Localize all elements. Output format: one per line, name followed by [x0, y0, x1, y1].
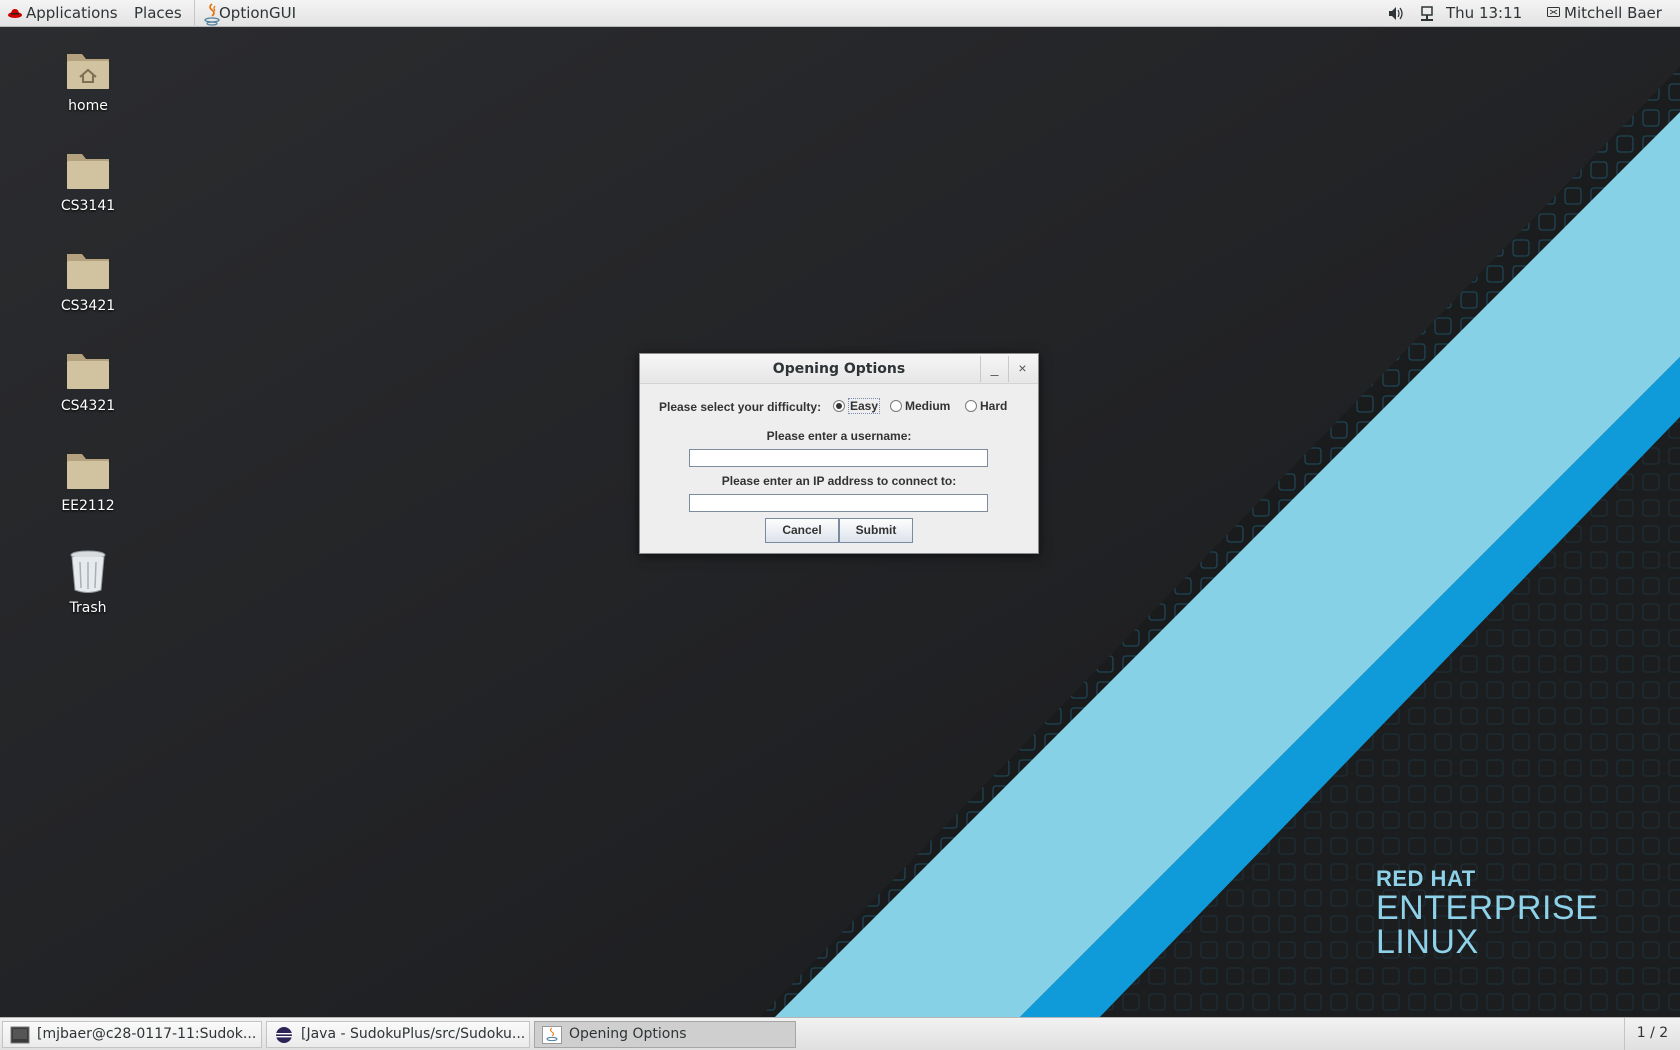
dialog-titlebar[interactable]: Opening Options _ × [640, 354, 1038, 384]
applications-label: Applications [26, 4, 118, 22]
folder-icon [67, 454, 109, 489]
cancel-button[interactable]: Cancel [765, 518, 839, 543]
dialog-title: Opening Options [772, 361, 906, 377]
workspace-switcher[interactable]: 1 / 2 [1624, 1018, 1680, 1050]
terminal-icon [10, 1026, 30, 1044]
task-opening-options[interactable]: Opening Options [534, 1021, 796, 1048]
radio-checked-icon [833, 400, 845, 412]
submit-button[interactable]: Submit [839, 518, 913, 543]
task-label: [mjbaer@c28-0117-11:Sudok... [37, 1026, 257, 1042]
brand-line3: LINUX [1376, 923, 1479, 961]
desktop-icon-label: Trash [69, 600, 107, 616]
username-input[interactable] [689, 449, 988, 467]
radio-medium-label: Medium [905, 399, 951, 413]
top-panel: Applications Places OptionGUI Thu 13:11 … [0, 0, 1680, 27]
desktop-icon-label: CS3141 [60, 198, 116, 214]
desktop-icon-label: CS3421 [60, 298, 116, 314]
user-menu[interactable]: Mitchell Baer [1544, 0, 1662, 27]
network-icon[interactable] [1420, 0, 1436, 27]
folder-icon [67, 254, 109, 289]
desktop-icon-label: CS4321 [60, 398, 116, 414]
radio-unchecked-icon [965, 400, 977, 412]
eclipse-icon [276, 1027, 292, 1043]
desktop-icon-ee2112[interactable]: EE2112 [28, 448, 148, 514]
java-icon [204, 3, 220, 26]
desktop-icon-cs3141[interactable]: CS3141 [28, 148, 148, 214]
brand-line2: ENTERPRISE [1376, 889, 1599, 927]
difficulty-label: Please select your difficulty: [659, 400, 822, 414]
opening-options-dialog: Opening Options _ × Please select your d… [639, 353, 1039, 554]
minimize-button[interactable]: _ [980, 356, 1008, 382]
ip-label: Please enter an IP address to connect to… [721, 474, 957, 488]
task-eclipse[interactable]: [Java - SudokuPlus/src/Sudoku... [266, 1021, 530, 1048]
desktop-icon-cs4321[interactable]: CS4321 [28, 348, 148, 414]
radio-easy-label: Easy [848, 398, 881, 414]
task-terminal[interactable]: [mjbaer@c28-0117-11:Sudok... [2, 1021, 262, 1048]
trash-icon [70, 550, 106, 593]
desktop-icon-trash[interactable]: Trash [28, 548, 148, 616]
java-icon [542, 1026, 562, 1044]
home-folder-icon [67, 54, 109, 89]
taskbar: [mjbaer@c28-0117-11:Sudok... [Java - Sud… [0, 1017, 1680, 1050]
folder-icon [67, 154, 109, 189]
active-app-menu[interactable]: OptionGUI [194, 0, 314, 27]
radio-hard-label: Hard [980, 399, 1008, 413]
redhat-logo: RED HAT ENTERPRISE LINUX [1376, 866, 1599, 961]
task-label: [Java - SudokuPlus/src/Sudoku... [301, 1026, 526, 1042]
volume-icon[interactable] [1388, 0, 1406, 27]
radio-easy[interactable]: Easy [833, 398, 881, 415]
user-name: Mitchell Baer [1564, 4, 1662, 22]
close-button[interactable]: × [1008, 356, 1036, 382]
brand-line1: RED HAT [1376, 866, 1476, 891]
clock[interactable]: Thu 13:11 [1446, 0, 1522, 27]
desktop-icon-cs3421[interactable]: CS3421 [28, 248, 148, 314]
desktop-icon-label: home [68, 98, 108, 114]
task-label: Opening Options [569, 1026, 687, 1042]
redhat-icon [8, 9, 22, 18]
radio-unchecked-icon [890, 400, 902, 412]
desktop-icon-home[interactable]: home [28, 48, 148, 114]
desktop-icon-label: EE2112 [61, 498, 115, 514]
username-label: Please enter a username: [766, 429, 912, 443]
ip-address-input[interactable] [689, 494, 988, 512]
radio-medium[interactable]: Medium [890, 399, 950, 415]
applications-menu[interactable]: Applications [4, 0, 118, 27]
folder-icon [67, 354, 109, 389]
user-icon [1547, 7, 1560, 17]
radio-hard[interactable]: Hard [965, 399, 1007, 415]
active-app-label: OptionGUI [219, 4, 297, 22]
places-menu[interactable]: Places [134, 0, 182, 27]
